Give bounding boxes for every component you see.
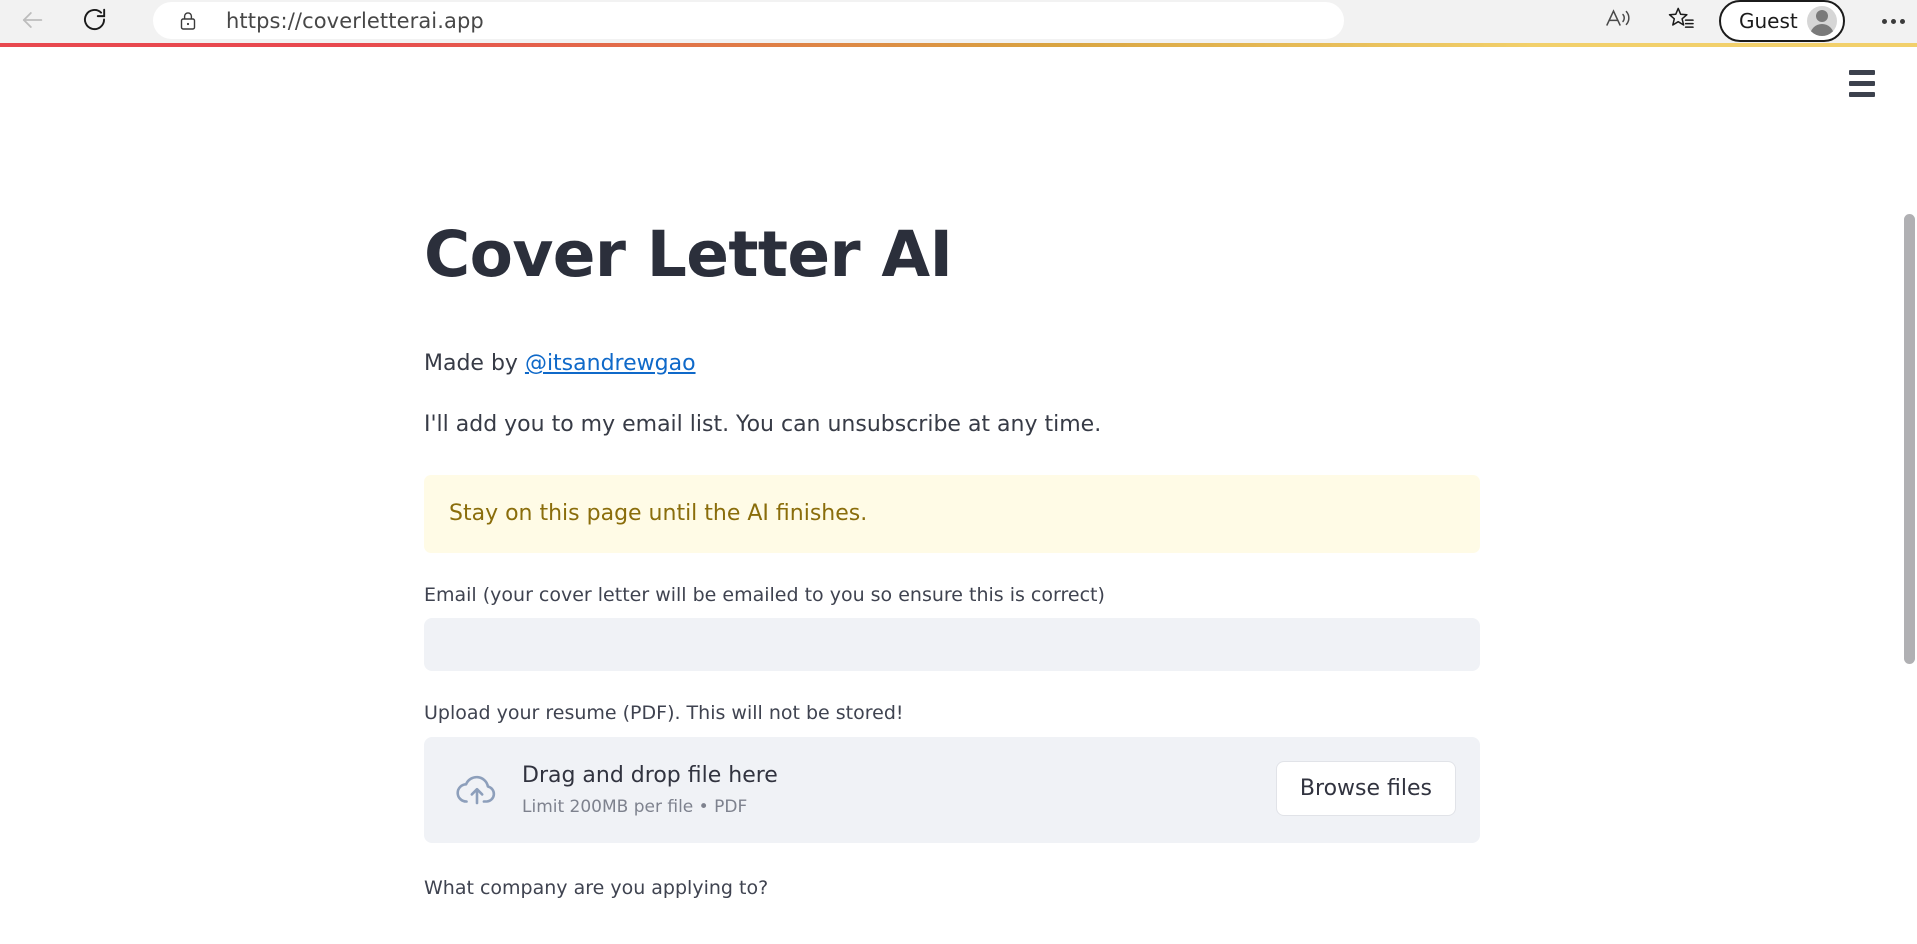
back-arrow-icon (18, 6, 46, 38)
file-limit-label: Limit 200MB per file • PDF (522, 796, 748, 817)
address-bar[interactable]: https://coverletterai.app (153, 2, 1344, 39)
file-uploader-text: Drag and drop file here Limit 200MB per … (522, 762, 778, 817)
profile-button[interactable]: Guest (1719, 0, 1845, 42)
profile-label: Guest (1739, 9, 1798, 33)
more-options-icon (1881, 18, 1887, 24)
page-scrollbar[interactable] (1901, 94, 1917, 944)
made-by-prefix: Made by (424, 351, 525, 377)
browser-toolbar: https://coverletterai.app Guest (0, 0, 1917, 43)
hamburger-menu-icon-bar3 (1849, 91, 1875, 97)
more-options-button[interactable] (1874, 2, 1912, 40)
warning-banner-text: Stay on this page until the AI finishes. (449, 501, 868, 527)
file-uploader-dropzone[interactable]: Drag and drop file here Limit 200MB per … (424, 736, 1480, 843)
back-button[interactable] (12, 2, 52, 42)
app-page: Cover Letter AI Made by @itsandrewgao I'… (0, 47, 1917, 944)
email-input[interactable] (424, 617, 1480, 671)
company-field-label: What company are you applying to? (424, 876, 769, 899)
email-field-label: Email (your cover letter will be emailed… (424, 583, 1105, 606)
page-title: Cover Letter AI (424, 218, 953, 291)
made-by-line: Made by @itsandrewgao (424, 346, 1480, 381)
site-lock-icon[interactable] (178, 10, 198, 32)
url-text[interactable]: https://coverletterai.app (226, 9, 484, 33)
more-options-icon-dot2 (1890, 18, 1896, 24)
author-link[interactable]: @itsandrewgao (525, 351, 696, 376)
reload-button[interactable] (74, 2, 114, 42)
main-content: Cover Letter AI Made by @itsandrewgao I'… (424, 47, 1480, 899)
more-options-icon-dot3 (1899, 18, 1905, 24)
favorites-star-icon (1667, 6, 1695, 37)
page-scrollbar-thumb[interactable] (1904, 214, 1915, 664)
hamburger-menu-button[interactable] (1840, 61, 1884, 105)
email-list-note: I'll add you to my email list. You can u… (424, 412, 1102, 438)
drag-drop-label: Drag and drop file here (522, 763, 778, 789)
hamburger-menu-icon-bar2 (1849, 80, 1875, 86)
upload-cloud-icon (454, 771, 500, 809)
read-aloud-button[interactable] (1596, 2, 1642, 40)
guest-avatar-icon (1806, 6, 1837, 36)
hamburger-menu-icon (1849, 69, 1875, 75)
reload-icon (81, 6, 108, 37)
upload-field-label: Upload your resume (PDF). This will not … (424, 701, 904, 724)
read-aloud-icon (1604, 6, 1634, 36)
favorites-button[interactable] (1660, 2, 1702, 40)
warning-banner: Stay on this page until the AI finishes. (424, 474, 1480, 553)
browse-files-button[interactable]: Browse files (1275, 760, 1456, 816)
